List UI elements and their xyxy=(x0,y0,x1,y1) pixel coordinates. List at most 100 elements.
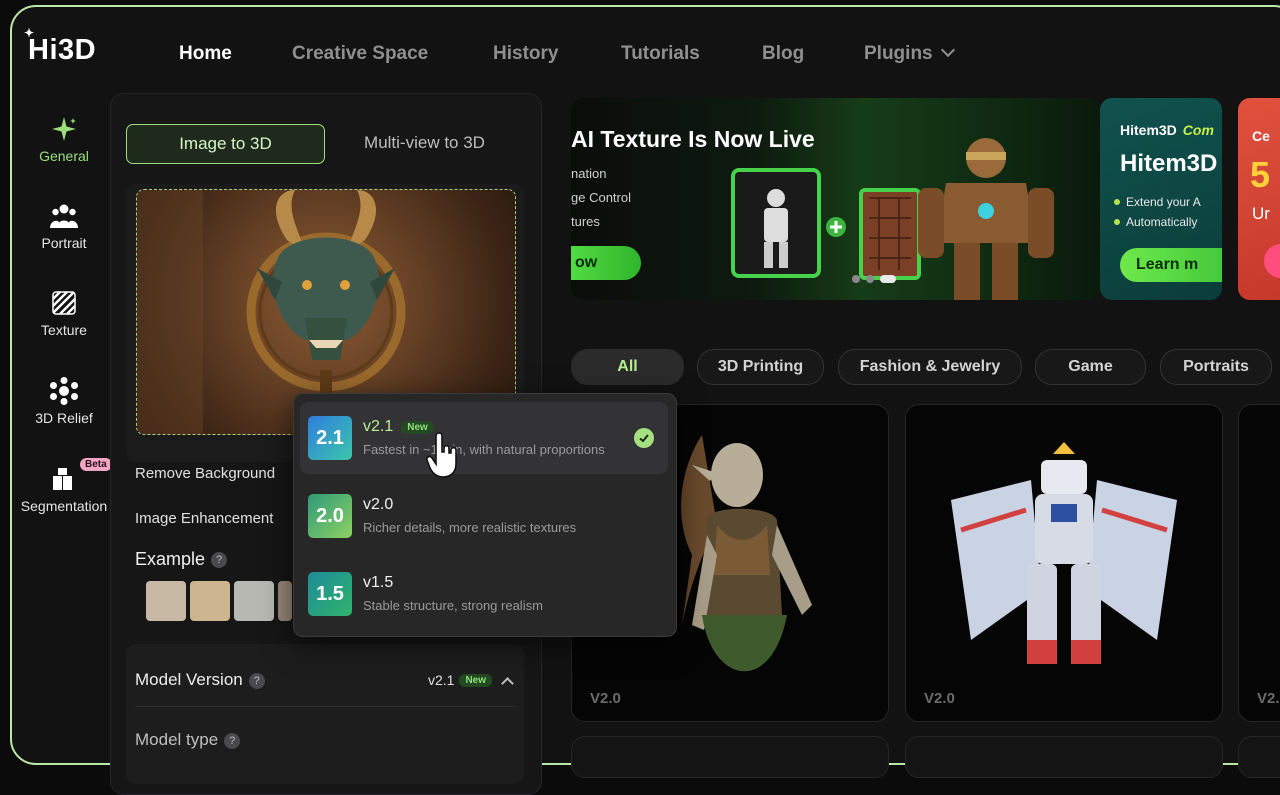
version-option-v2-0[interactable]: 2.0 v2.0 Richer details, more realistic … xyxy=(300,480,668,552)
sidebar-item-general[interactable]: General xyxy=(10,114,118,164)
check-icon xyxy=(634,428,654,448)
example-thumbnail[interactable] xyxy=(234,581,274,621)
card-version-label: V2. xyxy=(1257,690,1280,707)
people-icon xyxy=(10,201,118,231)
example-title: Example? xyxy=(135,549,228,570)
model-card[interactable] xyxy=(571,736,889,778)
mech-model-image xyxy=(951,442,1177,664)
sidebar-item-label: Texture xyxy=(41,322,87,338)
nav-creative-space[interactable]: Creative Space xyxy=(292,43,428,65)
version-description: Stable structure, strong realism xyxy=(363,598,543,613)
filter-chip-all[interactable]: All xyxy=(571,349,684,385)
model-card[interactable]: V2.0 xyxy=(905,404,1223,722)
model-card[interactable] xyxy=(905,736,1223,778)
banner-cta-button[interactable] xyxy=(1264,244,1280,278)
relief-icon xyxy=(10,376,118,406)
segmentation-icon: Beta xyxy=(10,458,118,494)
version-description: Richer details, more realistic textures xyxy=(363,520,577,535)
version-badge: 2.1 xyxy=(308,416,352,460)
filter-chip-3d-printing[interactable]: 3D Printing xyxy=(697,349,824,385)
version-name-text: v1.5 xyxy=(363,574,394,591)
model-type-label: Model type? xyxy=(135,730,241,750)
nav-plugins[interactable]: Plugins xyxy=(864,42,955,65)
version-badge: 1.5 xyxy=(308,572,352,616)
nav-creative-space-label: Creative Space xyxy=(292,43,429,64)
version-name: v1.5 xyxy=(363,574,393,592)
promo-banner-third[interactable]: Ce 5 Ur xyxy=(1238,98,1280,300)
promo-banner-ai-texture[interactable]: AI Texture Is Now Live nation ge Control… xyxy=(571,98,1100,300)
divider xyxy=(135,706,515,707)
logo-spark-icon: ✦ xyxy=(24,26,35,40)
model-version-section: Model Version? v2.1 New Model type? xyxy=(126,644,524,784)
banner-logo: Hitem3D Com xyxy=(1120,122,1214,138)
model-version-select[interactable]: v2.1 New xyxy=(427,672,514,690)
nav-tutorials[interactable]: Tutorials xyxy=(621,43,700,65)
filter-chip-game[interactable]: Game xyxy=(1035,349,1146,385)
carousel-dot[interactable] xyxy=(866,275,874,283)
tab-multi-view-to-3d[interactable]: Multi-view to 3D xyxy=(326,124,523,162)
card-version-label: V2.0 xyxy=(924,690,955,707)
nav-home-label: Home xyxy=(179,43,232,64)
model-version-title: Model Version? xyxy=(135,670,265,690)
elf-model-image xyxy=(681,435,812,672)
beta-badge: Beta xyxy=(80,458,112,471)
nav-blog[interactable]: Blog xyxy=(762,43,804,65)
nav-home[interactable]: Home xyxy=(179,43,232,65)
banner-text: Ce xyxy=(1252,128,1270,144)
banner-line: ge Control xyxy=(571,190,631,205)
new-badge: New xyxy=(459,673,492,687)
image-enhancement-label: Image Enhancement xyxy=(135,510,274,527)
example-thumbnail[interactable] xyxy=(146,581,186,621)
banner-text: 5 xyxy=(1250,154,1271,195)
help-icon[interactable]: ? xyxy=(211,552,228,569)
chevron-down-icon xyxy=(940,42,955,58)
banner-line: nation xyxy=(571,166,607,181)
carousel-dot-active[interactable] xyxy=(880,275,896,283)
plus-icon xyxy=(826,217,846,237)
banner-logo-text: Hitem3D xyxy=(1120,122,1177,138)
version-name: v2.1 New xyxy=(363,418,434,436)
help-icon[interactable]: ? xyxy=(224,732,241,749)
model-version-value: v2.1 xyxy=(427,672,455,688)
model-version-title-text: Model Version xyxy=(135,670,243,689)
sidebar-item-label: 3D Relief xyxy=(35,410,93,426)
filter-chip-portraits[interactable]: Portraits xyxy=(1160,349,1272,385)
banner-logo-tag: Com xyxy=(1182,122,1214,138)
model-version-dropdown: 2.1 v2.1 New Fastest in ~1 min, with nat… xyxy=(293,393,677,637)
help-icon[interactable]: ? xyxy=(248,672,265,689)
robot-image xyxy=(918,138,1054,300)
robot-frame-image xyxy=(731,168,821,278)
logo-text: Hi3D xyxy=(28,34,97,66)
sidebar-item-texture[interactable]: Texture xyxy=(10,288,118,338)
sidebar-item-label: Segmentation xyxy=(20,498,108,514)
filter-chip-fashion-jewelry[interactable]: Fashion & Jewelry xyxy=(838,349,1022,385)
sidebar-item-label: Portrait xyxy=(41,235,87,251)
version-option-v2-1[interactable]: 2.1 v2.1 New Fastest in ~1 min, with nat… xyxy=(300,402,668,474)
sidebar-item-portrait[interactable]: Portrait xyxy=(10,201,118,251)
banner-title: AI Texture Is Now Live xyxy=(571,126,815,152)
version-option-v1-5[interactable]: 1.5 v1.5 Stable structure, strong realis… xyxy=(300,558,668,630)
example-thumbnail[interactable] xyxy=(190,581,230,621)
example-thumbnail[interactable] xyxy=(278,581,292,621)
carousel-dot[interactable] xyxy=(852,275,860,283)
nav-blog-label: Blog xyxy=(762,43,805,64)
sidebar-item-label: General xyxy=(39,148,89,164)
sidebar-item-segmentation[interactable]: Beta Segmentation xyxy=(10,458,118,514)
model-card[interactable]: V2. xyxy=(1238,404,1280,722)
nav-history-label: History xyxy=(493,43,559,64)
nav-history[interactable]: History xyxy=(493,43,558,65)
banner-cta-button[interactable]: Learn m xyxy=(1120,248,1222,282)
banner-title: Hitem3D xyxy=(1120,150,1218,177)
version-badge: 2.0 xyxy=(308,494,352,538)
model-card[interactable] xyxy=(1238,736,1280,778)
sparkle-icon xyxy=(10,114,118,144)
tab-image-to-3d[interactable]: Image to 3D xyxy=(126,124,325,164)
logo[interactable]: ✦ Hi3D xyxy=(24,26,97,67)
nav-plugins-label: Plugins xyxy=(864,43,933,64)
banner-bullet: Automatically xyxy=(1113,215,1198,229)
model-type-text: Model type xyxy=(135,730,219,749)
banner-text: Ur xyxy=(1252,204,1270,223)
promo-banner-hitem3d[interactable]: Hitem3D Com Hitem3D Extend your A Automat… xyxy=(1100,98,1222,300)
sidebar-item-3d-relief[interactable]: 3D Relief xyxy=(10,376,118,426)
banner-cta-button[interactable]: ow xyxy=(571,246,641,280)
